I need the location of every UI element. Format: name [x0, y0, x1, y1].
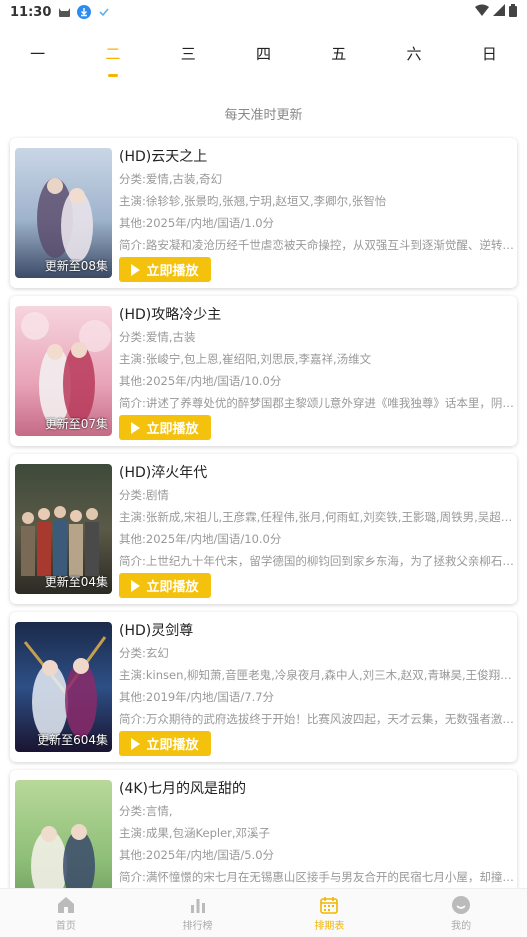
drama-meta: 其他:2025年/内地/国语/10.0分: [119, 532, 282, 546]
episode-label: 更新至604集: [37, 733, 108, 747]
status-bar: 11:30: [0, 0, 527, 24]
drama-meta: 其他:2025年/内地/国语/5.0分: [119, 848, 275, 862]
play-button-label: 立即播放: [146, 422, 199, 437]
tab-tuesday[interactable]: 二: [93, 43, 133, 77]
nav-ranking[interactable]: 排行榜: [168, 895, 228, 932]
schedule-list: 更新至08集 (HD)云天之上 分类:爱情,古装,奇幻 主演:徐轸轸,张景昀,张…: [10, 138, 517, 928]
tab-sunday[interactable]: 日: [469, 43, 509, 64]
ranking-icon: [190, 898, 205, 913]
drama-info: (HD)淬火年代 分类:剧情 主演:张新成,宋祖儿,王彦霖,任程伟,张月,何雨虹…: [119, 462, 515, 572]
drama-genre: 分类:剧情: [119, 488, 169, 502]
drama-card[interactable]: 更新至604集 (HD)灵剑尊 分类:玄幻 主演:kinsen,柳知萧,音匣老鬼…: [10, 612, 517, 762]
wifi-icon: [475, 4, 489, 20]
home-icon: [57, 896, 74, 913]
poster-image[interactable]: 更新至604集: [15, 622, 112, 752]
drama-info: (HD)云天之上 分类:爱情,古装,奇幻 主演:徐轸轸,张景昀,张翘,宁玥,赵垣…: [119, 146, 515, 256]
play-now-button[interactable]: 立即播放: [119, 257, 211, 282]
play-icon: [131, 263, 141, 276]
nav-profile-label: 我的: [451, 920, 472, 932]
tab-monday[interactable]: 一: [18, 43, 58, 64]
smiley-profile-icon: [452, 895, 471, 914]
drama-title: (4K)七月的风是甜的: [119, 781, 247, 797]
drama-summary: 简介:满怀憧憬的宋七月在无锡惠山区接手与男友合开的民宿七月小屋，却撞…: [119, 870, 514, 884]
nav-schedule[interactable]: 排期表: [299, 895, 359, 932]
poster-image[interactable]: 更新至08集: [15, 148, 112, 278]
drama-meta: 其他:2025年/内地/国语/10.0分: [119, 374, 282, 388]
cat-app-icon: [57, 5, 71, 19]
poster-image[interactable]: 更新至07集: [15, 306, 112, 436]
poster-image[interactable]: 更新至04集: [15, 464, 112, 594]
drama-card[interactable]: 更新至07集 (HD)攻略冷少主 分类:爱情,古装 主演:张峻宁,包上恩,崔绍阳…: [10, 296, 517, 446]
drama-summary: 简介:路安凝和凌沧历经千世虐恋被天命操控，从双强互斗到逐渐觉醒、逆转…: [119, 238, 514, 252]
status-time: 11:30: [10, 4, 52, 20]
nav-home[interactable]: 首页: [36, 895, 96, 932]
drama-card[interactable]: 更新至04集 (HD)淬火年代 分类:剧情 主演:张新成,宋祖儿,王彦霖,任程伟…: [10, 454, 517, 604]
nav-profile[interactable]: 我的: [431, 895, 491, 932]
play-button-label: 立即播放: [146, 264, 199, 279]
play-now-button[interactable]: 立即播放: [119, 415, 211, 440]
play-icon: [131, 421, 141, 434]
drama-title: (HD)灵剑尊: [119, 623, 194, 639]
tab-saturday[interactable]: 六: [394, 43, 434, 64]
drama-cast: 主演:徐轸轸,张景昀,张翘,宁玥,赵垣又,李卿尔,张智怡: [119, 194, 387, 208]
drama-cast: 主演:成果,包涵Kepler,邓溪子: [119, 826, 271, 840]
drama-info: (HD)灵剑尊 分类:玄幻 主演:kinsen,柳知萧,音匣老鬼,冷泉夜月,森中…: [119, 620, 515, 730]
drama-cast: 主演:kinsen,柳知萧,音匣老鬼,冷泉夜月,森中人,刘三木,赵双,青琳昊,王…: [119, 668, 515, 682]
drama-title: (HD)攻略冷少主: [119, 307, 222, 323]
drama-summary: 简介:讲述了养尊处优的醉梦国郡主黎颂儿意外穿进《唯我独尊》话本里，阴…: [119, 396, 514, 410]
nav-ranking-label: 排行榜: [182, 920, 213, 932]
drama-title: (HD)云天之上: [119, 149, 208, 165]
nav-schedule-label: 排期表: [314, 920, 345, 932]
bottom-nav: 首页 排行榜 排期表 我的: [0, 888, 527, 937]
drama-card[interactable]: 更新至08集 (HD)云天之上 分类:爱情,古装,奇幻 主演:徐轸轸,张景昀,张…: [10, 138, 517, 288]
drama-info: (HD)攻略冷少主 分类:爱情,古装 主演:张峻宁,包上恩,崔绍阳,刘思辰,李嘉…: [119, 304, 515, 414]
drama-meta: 其他:2019年/内地/国语/7.7分: [119, 690, 275, 704]
tab-wednesday[interactable]: 三: [168, 43, 208, 64]
drama-genre: 分类:言情,: [119, 804, 173, 818]
drama-genre: 分类:爱情,古装: [119, 330, 196, 344]
drama-summary: 简介:万众期待的武府选拔终于开始！比赛风波四起，天才云集，无数强者激…: [119, 712, 514, 726]
play-now-button[interactable]: 立即播放: [119, 573, 211, 598]
episode-label: 更新至07集: [44, 417, 108, 431]
play-button-label: 立即播放: [146, 580, 199, 595]
episode-label: 更新至08集: [44, 259, 108, 273]
drama-genre: 分类:爱情,古装,奇幻: [119, 172, 223, 186]
drama-summary: 简介:上世纪九十年代末，留学德国的柳钧回到家乡东海，为了拯救父亲柳石…: [119, 554, 514, 568]
calendar-icon: [320, 896, 339, 914]
drama-title: (HD)淬火年代: [119, 465, 208, 481]
update-note: 每天准时更新: [224, 108, 303, 123]
weekday-tabs: 一 二 三 四 五 六 日: [0, 28, 527, 78]
play-now-button[interactable]: 立即播放: [119, 731, 211, 756]
play-icon: [131, 579, 141, 592]
nav-home-label: 首页: [55, 920, 76, 932]
tab-friday[interactable]: 五: [319, 43, 359, 64]
drama-genre: 分类:玄幻: [119, 646, 169, 660]
battery-icon: [509, 3, 517, 21]
signal-icon: [493, 4, 505, 20]
check-notification-icon: [97, 5, 111, 19]
play-icon: [131, 737, 141, 750]
download-notification-icon: [77, 5, 92, 19]
play-button-label: 立即播放: [146, 738, 199, 753]
drama-cast: 主演:张峻宁,包上恩,崔绍阳,刘思辰,李嘉祥,汤维文: [119, 352, 372, 366]
drama-meta: 其他:2025年/内地/国语/1.0分: [119, 216, 275, 230]
drama-cast: 主演:张新成,宋祖儿,王彦霖,任程伟,张月,何雨虹,刘奕铁,王影璐,周铁男,吴超…: [119, 510, 515, 524]
tab-thursday[interactable]: 四: [243, 43, 283, 64]
drama-info: (4K)七月的风是甜的 分类:言情, 主演:成果,包涵Kepler,邓溪子 其他…: [119, 778, 515, 888]
episode-label: 更新至04集: [44, 575, 108, 589]
